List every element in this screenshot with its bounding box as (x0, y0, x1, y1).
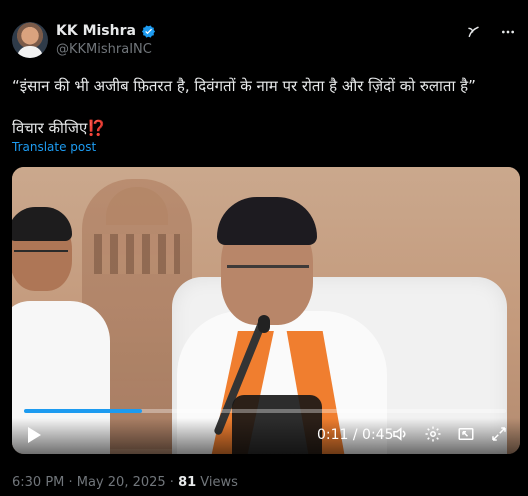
tweet-header: KK Mishra @KKMishraINC (12, 18, 516, 62)
views-label: Views (196, 475, 238, 490)
video-controls: 0:11 / 0:45 (12, 418, 520, 454)
volume-icon[interactable] (391, 425, 409, 443)
tweet-line-2: विचार कीजिए⁉️ (12, 118, 106, 138)
header-actions (466, 24, 516, 40)
video-time: 0:11 / 0:45 (317, 427, 394, 443)
display-name[interactable]: KK Mishra (56, 23, 136, 39)
tweet-datetime[interactable]: 6:30 PM · May 20, 2025 · (12, 475, 178, 490)
views-count: 81 (178, 475, 197, 490)
video-progress-fill (24, 409, 142, 413)
translate-post-link[interactable]: Translate post (12, 140, 96, 154)
tweet-footer: 6:30 PM · May 20, 2025 · 81 Views (12, 475, 238, 490)
name-row: KK Mishra (56, 23, 156, 39)
play-icon[interactable] (26, 426, 42, 444)
video-microphone-head (258, 315, 270, 333)
fullscreen-icon[interactable] (490, 425, 508, 443)
tweet-text: “इंसान की भी अजीब फ़ितरत है, दिवंगतों के… (12, 76, 516, 96)
tweet-line-2-text: विचार कीजिए (12, 119, 88, 137)
verified-badge-icon (141, 24, 156, 39)
picture-in-picture-icon[interactable] (457, 425, 475, 443)
video-person-left (12, 207, 110, 454)
settings-icon[interactable] (424, 425, 442, 443)
grok-icon[interactable] (466, 24, 482, 40)
video-control-icons (391, 425, 508, 443)
avatar[interactable] (12, 22, 48, 58)
video-progress-bar[interactable] (24, 409, 506, 413)
handle[interactable]: @KKMishraINC (56, 42, 152, 57)
tweet-line-1: “इंसान की भी अजीब फ़ितरत है, दिवंगतों के… (12, 77, 476, 95)
more-horizontal-icon[interactable] (500, 24, 516, 40)
interrobang-emoji-icon: ⁉️ (87, 119, 106, 137)
